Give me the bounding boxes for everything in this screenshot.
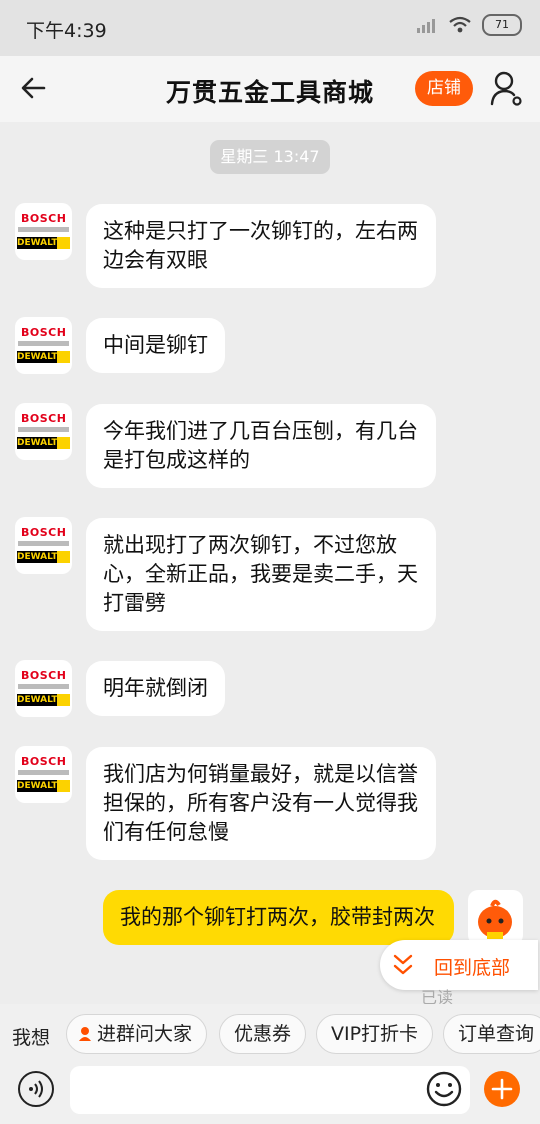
chip-label: 进群问大家 <box>97 1023 193 1045</box>
avatar-stripe <box>18 684 69 689</box>
emoji-icon[interactable] <box>425 1070 463 1108</box>
status-bar: 下午4:39 71 <box>0 0 540 56</box>
avatar-block <box>57 351 70 363</box>
shop-avatar[interactable]: BOSCH DEWALT <box>15 746 72 803</box>
more-actions-button[interactable] <box>484 1071 520 1107</box>
avatar-brand: BOSCH <box>21 669 67 682</box>
avatar-brand-2: DEWALT <box>17 780 58 792</box>
chip-coupons[interactable]: 优惠券 <box>219 1014 307 1054</box>
avatar-brand-2: DEWALT <box>17 437 58 449</box>
my-avatar[interactable] <box>468 890 523 945</box>
message-bubble[interactable]: 我们店为何销量最好，就是以信誉担保的，所有客户没有一人觉得我们有任何怠慢 <box>86 747 436 860</box>
signal-icon <box>417 19 435 33</box>
avatar-brand-2: DEWALT <box>17 694 58 706</box>
avatar-stripe <box>18 227 69 232</box>
battery-level: 71 <box>495 18 509 31</box>
chip-order-lookup[interactable]: 订单查询 <box>443 1014 540 1054</box>
mascot-icon <box>478 899 512 939</box>
avatar-block <box>57 437 70 449</box>
avatar-block <box>57 551 70 563</box>
voice-icon <box>29 1080 43 1098</box>
my-message-bubble[interactable]: 我的那个铆钉打两次，胶带封两次 <box>103 890 454 945</box>
avatar-brand: BOSCH <box>21 412 67 425</box>
message-timestamp: 星期三 13:47 <box>210 140 330 174</box>
chat-area[interactable]: 星期三 13:47 BOSCH DEWALT 这种是只打了一次铆钉的，左右两边会… <box>0 122 540 1004</box>
double-chevron-down-icon <box>393 954 413 975</box>
quick-actions-bar: 我想 进群问大家 优惠券 VIP打折卡 订单查询 <box>0 1004 540 1066</box>
avatar-brand-2: DEWALT <box>17 237 58 249</box>
avatar-block <box>57 780 70 792</box>
avatar-block <box>57 237 70 249</box>
shop-button[interactable]: 店铺 <box>415 71 473 106</box>
chip-join-group[interactable]: 进群问大家 <box>66 1014 208 1054</box>
voice-input-button[interactable] <box>18 1071 54 1107</box>
avatar-stripe <box>18 427 69 432</box>
avatar-brand-2: DEWALT <box>17 351 58 363</box>
chip-label: 优惠券 <box>234 1023 292 1045</box>
shop-avatar[interactable]: BOSCH DEWALT <box>15 403 72 460</box>
user-settings-icon[interactable] <box>490 70 524 108</box>
avatar-brand: BOSCH <box>21 755 67 768</box>
status-icons: 71 <box>416 14 522 36</box>
shop-avatar[interactable]: BOSCH DEWALT <box>15 517 72 574</box>
avatar-stripe <box>18 341 69 346</box>
message-bubble[interactable]: 这种是只打了一次铆钉的，左右两边会有双眼 <box>86 204 436 288</box>
wifi-icon <box>449 16 471 33</box>
quick-actions-label: 我想 <box>12 1027 51 1049</box>
avatar-brand: BOSCH <box>21 212 67 225</box>
group-icon <box>79 1027 91 1041</box>
back-to-bottom-button[interactable]: 回到底部 <box>380 940 538 990</box>
message-bubble[interactable]: 今年我们进了几百台压刨，有几台是打包成这样的 <box>86 404 436 488</box>
input-bar <box>0 1066 540 1124</box>
chip-vip-card[interactable]: VIP打折卡 <box>316 1014 434 1054</box>
status-time: 下午4:39 <box>26 20 107 42</box>
chat-header: 万贯五金工具商城 店铺 <box>0 56 540 122</box>
message-bubble[interactable]: 就出现打了两次铆钉，不过您放心，全新正品，我要是卖二手，天打雷劈 <box>86 518 436 631</box>
plus-icon <box>491 1078 513 1100</box>
message-input[interactable] <box>70 1066 470 1114</box>
avatar-block <box>57 694 70 706</box>
avatar-brand: BOSCH <box>21 526 67 539</box>
avatar-brand: BOSCH <box>21 326 67 339</box>
chip-label: VIP打折卡 <box>331 1023 419 1045</box>
message-bubble[interactable]: 中间是铆钉 <box>86 318 225 373</box>
shop-avatar[interactable]: BOSCH DEWALT <box>15 317 72 374</box>
message-bubble[interactable]: 明年就倒闭 <box>86 661 225 716</box>
avatar-brand-2: DEWALT <box>17 551 58 563</box>
back-to-bottom-label: 回到底部 <box>434 957 511 979</box>
read-status: 已读 <box>421 988 454 1004</box>
chip-label: 订单查询 <box>458 1023 535 1045</box>
shop-avatar[interactable]: BOSCH DEWALT <box>15 203 72 260</box>
shop-avatar[interactable]: BOSCH DEWALT <box>15 660 72 717</box>
battery-icon: 71 <box>482 14 522 36</box>
avatar-stripe <box>18 770 69 775</box>
avatar-stripe <box>18 541 69 546</box>
